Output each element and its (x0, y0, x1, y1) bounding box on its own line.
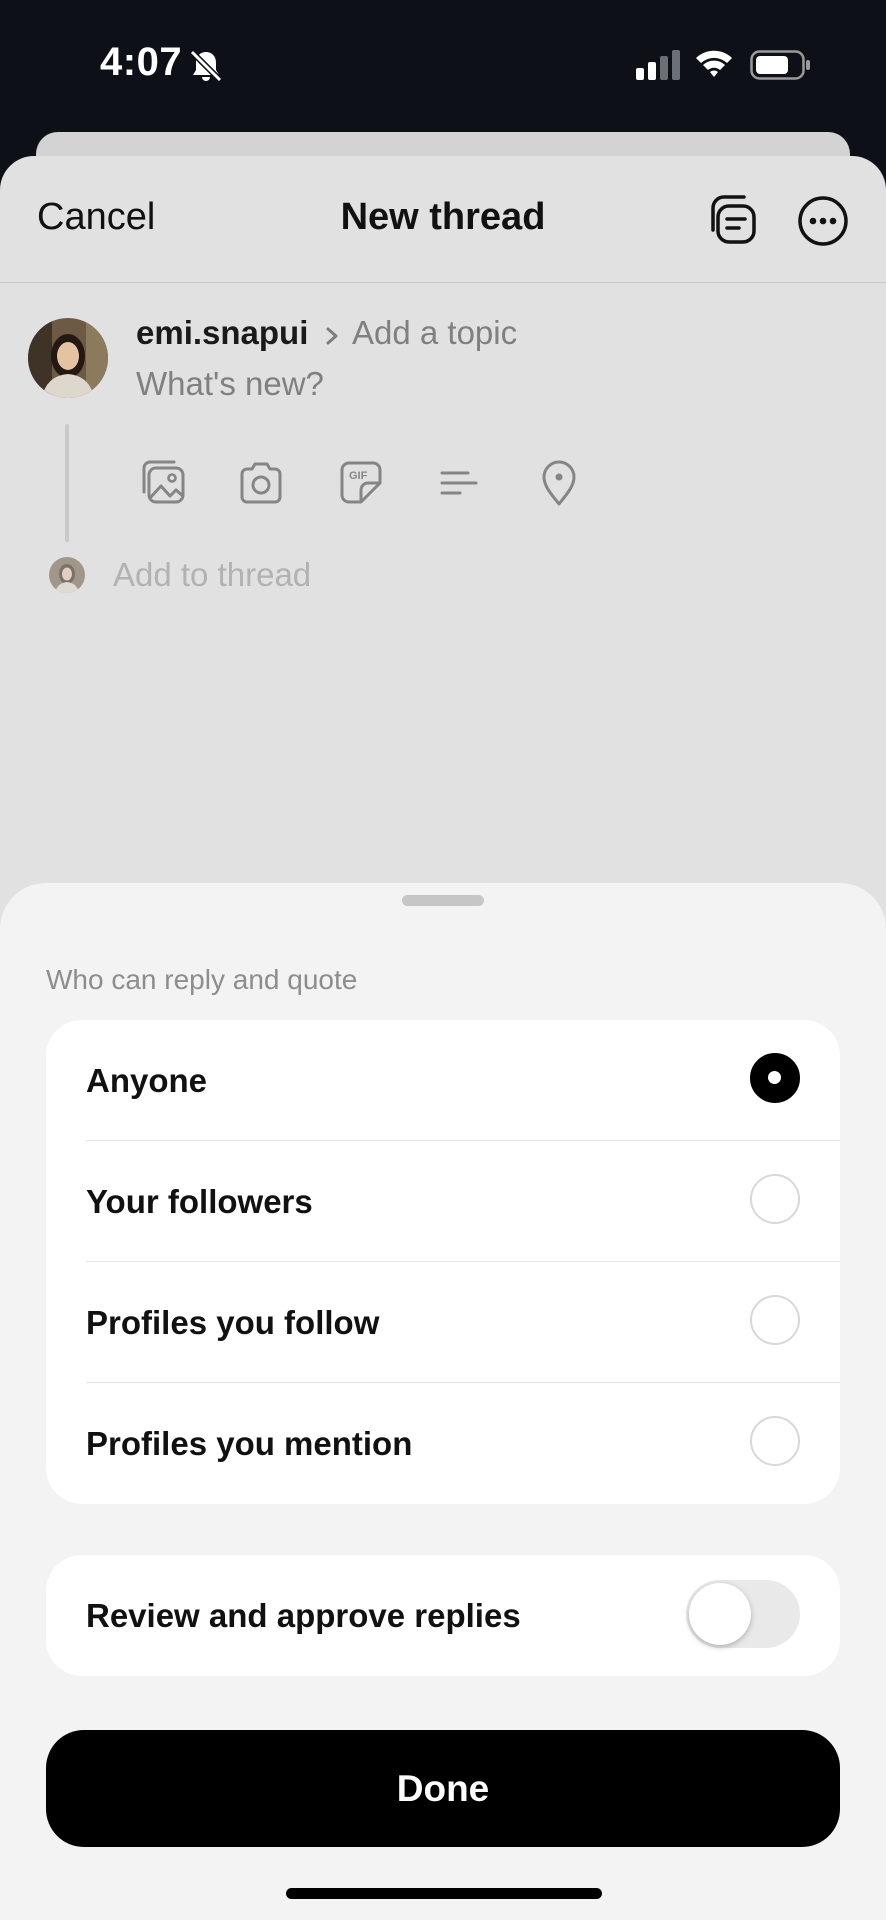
radio-unselected[interactable] (750, 1416, 800, 1466)
add-topic-input[interactable]: Add a topic (352, 314, 517, 352)
cancel-button[interactable]: Cancel (37, 196, 155, 239)
approve-replies-label: Review and approve replies (86, 1597, 521, 1634)
status-time: 4:07 (100, 40, 183, 84)
option-your-followers[interactable]: Your followers (46, 1141, 840, 1262)
home-indicator[interactable] (286, 1888, 602, 1899)
gallery-icon[interactable] (136, 456, 190, 510)
battery-icon (750, 50, 810, 80)
radio-unselected[interactable] (750, 1295, 800, 1345)
done-button[interactable]: Done (46, 1730, 840, 1847)
option-profiles-you-follow[interactable]: Profiles you follow (46, 1262, 840, 1383)
option-label: Profiles you follow (86, 1304, 380, 1341)
signal-icon (636, 50, 680, 80)
svg-text:GIF: GIF (349, 470, 368, 482)
option-label: Your followers (86, 1183, 313, 1220)
sheet-handle[interactable] (402, 895, 484, 906)
chevron-right-icon (326, 327, 338, 345)
option-anyone[interactable]: Anyone (46, 1020, 840, 1141)
thread-line (65, 424, 69, 542)
approve-replies-toggle[interactable] (686, 1580, 800, 1648)
location-icon[interactable] (532, 456, 586, 510)
option-label: Profiles you mention (86, 1425, 413, 1462)
username[interactable]: emi.snapui (136, 314, 308, 352)
toggle-knob (689, 1583, 751, 1645)
camera-icon[interactable] (234, 456, 288, 510)
drafts-icon[interactable] (708, 194, 760, 246)
radio-selected[interactable] (750, 1053, 800, 1103)
radio-unselected[interactable] (750, 1174, 800, 1224)
option-label: Anyone (86, 1062, 208, 1099)
poll-icon[interactable] (432, 456, 486, 510)
avatar[interactable] (28, 318, 108, 398)
gif-icon[interactable]: GIF (334, 456, 388, 510)
status-bar: 4:07 (0, 0, 886, 130)
add-to-thread[interactable]: Add to thread (113, 556, 311, 594)
small-avatar (49, 557, 85, 593)
more-icon[interactable] (796, 194, 850, 248)
thread-text-input[interactable]: What's new? (136, 365, 324, 403)
bell-slash-icon (189, 49, 223, 83)
option-profiles-you-mention[interactable]: Profiles you mention (46, 1383, 840, 1504)
wifi-icon (696, 50, 732, 77)
section-label: Who can reply and quote (46, 964, 358, 995)
header-divider (0, 282, 886, 283)
